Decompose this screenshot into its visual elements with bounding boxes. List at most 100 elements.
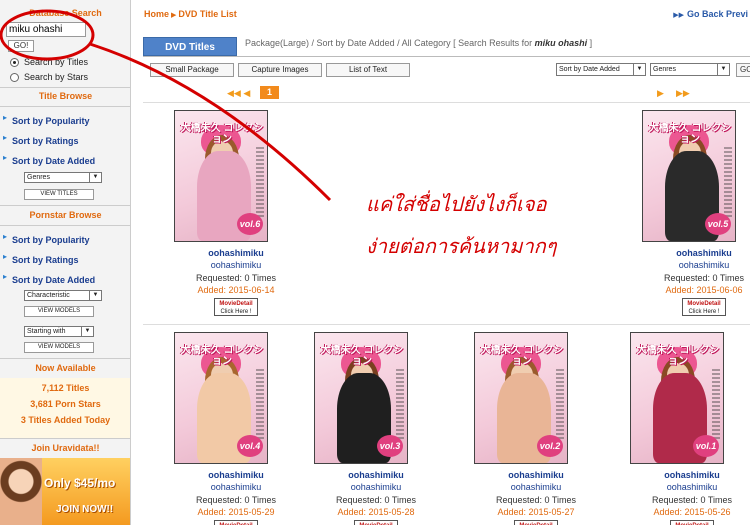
pager-last[interactable]: ▶▶ bbox=[676, 88, 690, 99]
radio-search-titles[interactable]: Search by Titles bbox=[10, 57, 88, 67]
movie-detail-button[interactable]: MovieDetail Click Here ! bbox=[682, 298, 726, 316]
link-label: Sort by Ratings bbox=[12, 136, 79, 146]
small-package-button[interactable]: Small Package bbox=[150, 63, 234, 77]
movie-detail-button[interactable]: MovieDetail Click Here ! bbox=[514, 520, 558, 525]
breadcrumb-home-link[interactable]: Home bbox=[144, 9, 169, 19]
bullet-icon: ▸ bbox=[3, 232, 8, 241]
select-value: Starting with bbox=[27, 328, 66, 335]
movie-detail-button[interactable]: MovieDetail Click Here ! bbox=[214, 298, 258, 316]
banner-price: Only $45/mo bbox=[44, 476, 116, 490]
search-go-button[interactable]: GO! bbox=[8, 40, 34, 52]
card-added-date: Added: 2015-05-27 bbox=[497, 507, 575, 517]
dvd-cover-image[interactable]: 大橋未久 コレクション vol.3 bbox=[314, 332, 408, 464]
link-label: Sort by Date Added bbox=[12, 156, 96, 166]
pager-prev[interactable]: ◀◀ ◀ bbox=[227, 88, 250, 99]
link-label: Sort by Ratings bbox=[12, 255, 79, 265]
join-heading[interactable]: Join Uravidata!! bbox=[0, 440, 130, 456]
divider bbox=[0, 106, 130, 107]
detail-title: MovieDetail bbox=[219, 301, 253, 307]
card-star-link[interactable]: oohashimiku bbox=[311, 482, 441, 492]
go-back-link[interactable]: ▶▶ Go Back Previ bbox=[673, 9, 748, 19]
cover-volume: vol.5 bbox=[705, 213, 731, 235]
starting-with-select[interactable]: Starting with ▼ bbox=[24, 326, 94, 337]
chevron-down-icon: ▼ bbox=[633, 64, 645, 75]
dvd-cover-image[interactable]: 大橋未久 コレクション vol.5 bbox=[642, 110, 736, 242]
card-star-link[interactable]: oohashimiku bbox=[639, 260, 750, 270]
title-sort-popularity-link[interactable]: ▸ Sort by Popularity bbox=[3, 113, 90, 126]
movie-detail-button[interactable]: MovieDetail Click Here ! bbox=[354, 520, 398, 525]
card-title-link[interactable]: oohashimiku bbox=[627, 470, 750, 480]
annotation-text-1: แค่ใส่ชื่อไปยังไงก็เจอ bbox=[366, 192, 547, 216]
capture-images-button[interactable]: Capture Images bbox=[238, 63, 322, 77]
card-title-link[interactable]: oohashimiku bbox=[171, 248, 301, 258]
title-sort-ratings-link[interactable]: ▸ Sort by Ratings bbox=[3, 133, 79, 146]
cover-volume: vol.6 bbox=[237, 213, 263, 235]
card-title-link[interactable]: oohashimiku bbox=[311, 470, 441, 480]
card-star-link[interactable]: oohashimiku bbox=[471, 482, 601, 492]
cover-side-text bbox=[712, 369, 720, 439]
dvd-cover-image[interactable]: 大橋未久 コレクション vol.2 bbox=[474, 332, 568, 464]
radio-search-stars[interactable]: Search by Stars bbox=[10, 72, 88, 82]
card-star-link[interactable]: oohashimiku bbox=[171, 260, 301, 270]
detail-sub: Click Here ! bbox=[688, 309, 720, 315]
star-sort-ratings-link[interactable]: ▸ Sort by Ratings bbox=[3, 252, 79, 265]
card-star-link[interactable]: oohashimiku bbox=[171, 482, 301, 492]
list-of-text-button[interactable]: List of Text bbox=[326, 63, 410, 77]
card-title-link[interactable]: oohashimiku bbox=[471, 470, 601, 480]
genres-select[interactable]: Genres ▼ bbox=[24, 172, 102, 183]
sidebar: Database Search GO! Search by Titles Sea… bbox=[0, 0, 131, 525]
breadcrumb-current[interactable]: DVD Title List bbox=[178, 9, 236, 19]
card-requested: Requested: 0 Times bbox=[195, 495, 277, 505]
cover-volume: vol.1 bbox=[693, 435, 719, 457]
link-label: Sort by Date Added bbox=[12, 275, 96, 285]
movie-detail-button[interactable]: MovieDetail Click Here ! bbox=[214, 520, 258, 525]
star-sort-date-link[interactable]: ▸ Sort by Date Added bbox=[3, 272, 96, 285]
double-arrow-icon: ▶▶ bbox=[673, 12, 684, 19]
current-page[interactable]: 1 bbox=[260, 86, 279, 99]
card-title-link[interactable]: oohashimiku bbox=[171, 470, 301, 480]
summary-suffix: ] bbox=[587, 38, 593, 48]
divider bbox=[143, 56, 750, 57]
cover-title: 大橋未久 コレクション bbox=[320, 345, 404, 367]
summary-query: miku ohashi bbox=[534, 38, 588, 48]
title-browse-heading: Title Browse bbox=[38, 91, 93, 101]
search-summary: Package(Large) / Sort by Date Added / Al… bbox=[245, 38, 592, 48]
divider bbox=[143, 324, 750, 325]
filter-go-button[interactable]: GO bbox=[736, 63, 750, 77]
title-sort-date-link[interactable]: ▸ Sort by Date Added bbox=[3, 153, 96, 166]
view-titles-button[interactable]: VIEW TITLES bbox=[24, 189, 94, 200]
detail-sub: Click Here ! bbox=[220, 309, 252, 315]
dvd-cover-image[interactable]: 大橋未久 コレクション vol.4 bbox=[174, 332, 268, 464]
search-input[interactable] bbox=[6, 22, 86, 37]
cover-volume: vol.3 bbox=[377, 435, 403, 457]
pager-next[interactable]: ▶ bbox=[657, 88, 664, 99]
view-models-button-2[interactable]: VIEW MODELS bbox=[24, 342, 94, 353]
card-title-link[interactable]: oohashimiku bbox=[639, 248, 750, 258]
pornstar-browse-heading: Pornstar Browse bbox=[29, 210, 102, 220]
chevron-down-icon: ▼ bbox=[89, 173, 101, 182]
dvd-cover-image[interactable]: 大橋未久 コレクション vol.6 bbox=[174, 110, 268, 242]
card-requested: Requested: 0 Times bbox=[335, 495, 417, 505]
stat-stars: 3,681 Porn Stars bbox=[30, 399, 101, 409]
characteristic-select[interactable]: Characteristic ▼ bbox=[24, 290, 102, 301]
card-requested: Requested: 0 Times bbox=[663, 273, 745, 283]
movie-detail-button[interactable]: MovieDetail Click Here ! bbox=[670, 520, 714, 525]
cover-side-text bbox=[396, 369, 404, 439]
bullet-icon: ▸ bbox=[3, 113, 8, 122]
card-added-date: Added: 2015-06-06 bbox=[665, 285, 743, 295]
radio-titles-label: Search by Titles bbox=[24, 57, 89, 67]
cover-volume: vol.2 bbox=[537, 435, 563, 457]
bullet-icon: ▸ bbox=[3, 133, 8, 142]
dvd-cover-image[interactable]: 大橋未久 コレクション vol.1 bbox=[630, 332, 724, 464]
view-models-button-1[interactable]: VIEW MODELS bbox=[24, 306, 94, 317]
tab-dvd-titles[interactable]: DVD Titles bbox=[143, 37, 237, 56]
card-requested: Requested: 0 Times bbox=[651, 495, 733, 505]
join-banner[interactable]: Only $45/mo JOIN NOW!! bbox=[0, 458, 130, 525]
cover-side-text bbox=[256, 369, 264, 439]
sort-select[interactable]: Sort by Date Added ▼ bbox=[556, 63, 646, 76]
card-star-link[interactable]: oohashimiku bbox=[627, 482, 750, 492]
star-sort-popularity-link[interactable]: ▸ Sort by Popularity bbox=[3, 232, 90, 245]
genres-filter-select[interactable]: Genres ▼ bbox=[650, 63, 730, 76]
cover-title: 大橋未久 コレクション bbox=[180, 123, 264, 145]
card-added-date: Added: 2015-05-26 bbox=[653, 507, 731, 517]
